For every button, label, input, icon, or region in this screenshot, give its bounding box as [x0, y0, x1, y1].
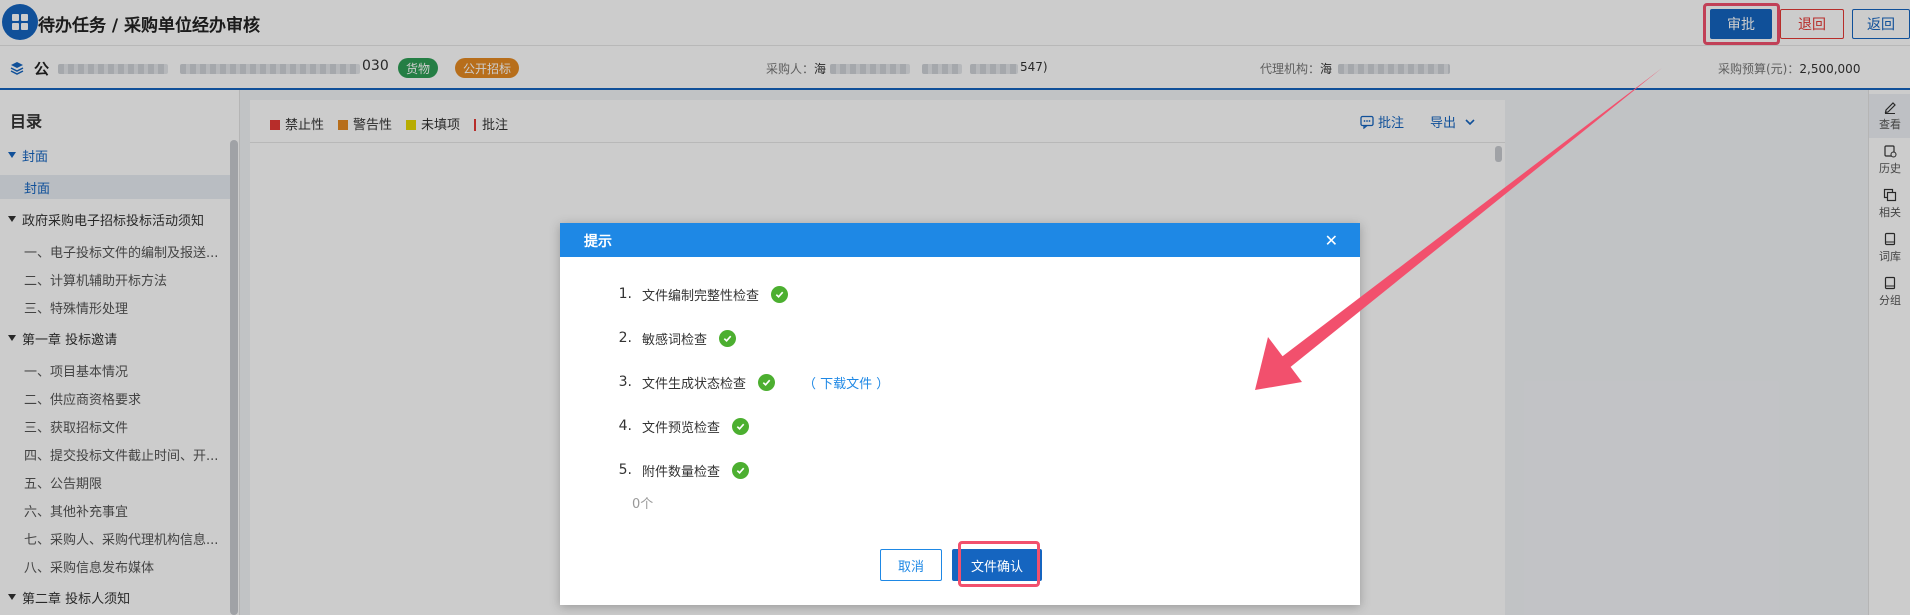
prompt-dialog: 提示 ✕ 1. 文件编制完整性检查 2. 敏感词检查 3. 文件生成状态检查 （ 下载…	[560, 223, 1360, 605]
cancel-button[interactable]: 取消	[880, 549, 942, 581]
check-item: 3. 文件生成状态检查 （ 下载文件 ）	[618, 373, 890, 392]
dialog-title: 提示	[584, 234, 612, 250]
download-file-link[interactable]: （ 下载文件 ）	[803, 373, 889, 392]
check-item: 5. 附件数量检查	[608, 459, 750, 481]
check-circle-icon	[732, 461, 750, 479]
check-circle-icon	[719, 329, 737, 347]
confirm-highlight-box	[958, 541, 1040, 587]
check-circle-icon	[758, 373, 776, 391]
attachment-count: 0个	[632, 497, 654, 512]
check-item: 1. 文件编制完整性检查	[608, 283, 789, 305]
close-icon[interactable]: ✕	[1325, 231, 1338, 250]
check-circle-icon	[771, 285, 789, 303]
check-item: 4. 文件预览检查	[608, 415, 750, 437]
check-circle-icon	[732, 417, 750, 435]
check-item: 2. 敏感词检查	[608, 327, 737, 349]
dialog-header: 提示 ✕	[560, 223, 1360, 257]
